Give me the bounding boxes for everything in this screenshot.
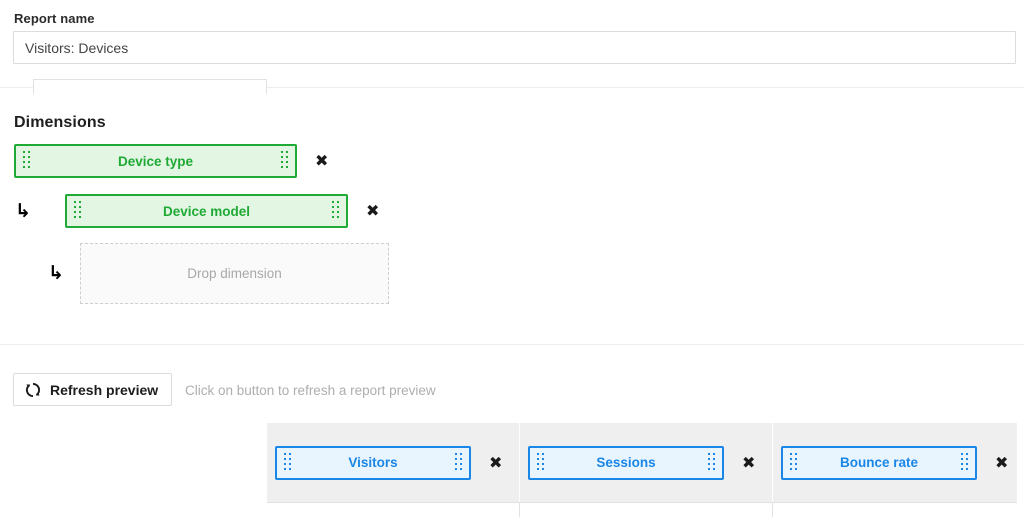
table-body-row bbox=[267, 502, 1017, 517]
metric-chip-visitors[interactable]: Visitors bbox=[275, 445, 471, 480]
drag-handle-icon[interactable] bbox=[281, 151, 288, 171]
dimensions-title: Dimensions bbox=[14, 114, 106, 131]
remove-metric-visitors-button[interactable]: ✖ bbox=[489, 454, 502, 471]
remove-metric-bounce-rate-button[interactable]: ✖ bbox=[995, 454, 1008, 471]
report-name-input[interactable] bbox=[13, 31, 1016, 64]
table-body-cell bbox=[773, 502, 1017, 517]
refresh-icon bbox=[25, 382, 41, 398]
drag-handle-icon[interactable] bbox=[74, 201, 81, 221]
remove-dimension-device-type-button[interactable]: ✖ bbox=[315, 153, 328, 169]
table-header-cell-bounce-rate: Bounce rate ✖ bbox=[773, 423, 1017, 502]
dimension-chip-device-type[interactable]: Device type bbox=[14, 144, 297, 178]
refresh-preview-button[interactable]: Refresh preview bbox=[13, 373, 173, 406]
table-header-row: Visitors ✖ Sessions ✖ Bounce rate ✖ bbox=[267, 423, 1017, 502]
remove-dimension-device-model-button[interactable]: ✖ bbox=[366, 203, 379, 219]
metric-chip-sessions[interactable]: Sessions bbox=[528, 445, 724, 480]
dimension-chip-device-model[interactable]: Device model bbox=[65, 194, 348, 228]
remove-metric-sessions-button[interactable]: ✖ bbox=[742, 454, 755, 471]
drop-dimension-label: Drop dimension bbox=[187, 266, 282, 281]
table-body-cell bbox=[267, 502, 520, 517]
drag-handle-icon[interactable] bbox=[708, 452, 715, 473]
drag-handle-icon[interactable] bbox=[961, 452, 968, 473]
dimensions-section: Dimensions Device type ✖ ↳ Device model … bbox=[0, 88, 1024, 345]
drag-handle-icon[interactable] bbox=[332, 201, 339, 221]
metric-chip-label: Visitors bbox=[348, 455, 398, 470]
refresh-preview-hint: Click on button to refresh a report prev… bbox=[185, 383, 436, 398]
drag-handle-icon[interactable] bbox=[537, 452, 544, 473]
table-header-cell-sessions: Sessions ✖ bbox=[520, 423, 773, 502]
report-name-section: Report name bbox=[0, 0, 1024, 88]
drag-handle-icon[interactable] bbox=[284, 452, 291, 473]
nesting-arrow-icon: ↳ bbox=[15, 199, 31, 222]
drag-handle-icon[interactable] bbox=[455, 452, 462, 473]
drag-handle-icon[interactable] bbox=[790, 452, 797, 473]
metric-chip-label: Bounce rate bbox=[839, 455, 919, 470]
dimension-dropzone-row: ↳ Drop dimension bbox=[14, 243, 389, 304]
drop-dimension-zone[interactable]: Drop dimension bbox=[80, 243, 389, 304]
drag-handle-icon[interactable] bbox=[23, 151, 30, 171]
metric-chip-bounce-rate[interactable]: Bounce rate bbox=[781, 445, 977, 480]
report-name-label: Report name bbox=[14, 11, 95, 26]
dimension-chip-label: Device model bbox=[162, 203, 251, 219]
metric-chip-label: Sessions bbox=[596, 455, 656, 470]
table-header-cell-visitors: Visitors ✖ bbox=[267, 423, 520, 502]
dimension-row-device-model: ↳ Device model ✖ bbox=[14, 193, 379, 229]
dimension-chip-label: Device type bbox=[117, 153, 194, 169]
table-body-cell bbox=[520, 502, 773, 517]
dimension-row-device-type: Device type ✖ bbox=[14, 143, 328, 179]
preview-table: Visitors ✖ Sessions ✖ Bounce rate ✖ bbox=[267, 423, 1017, 517]
nesting-arrow-icon: ↳ bbox=[48, 262, 64, 284]
table-row-label-cell bbox=[33, 79, 267, 94]
refresh-preview-label: Refresh preview bbox=[50, 381, 159, 398]
